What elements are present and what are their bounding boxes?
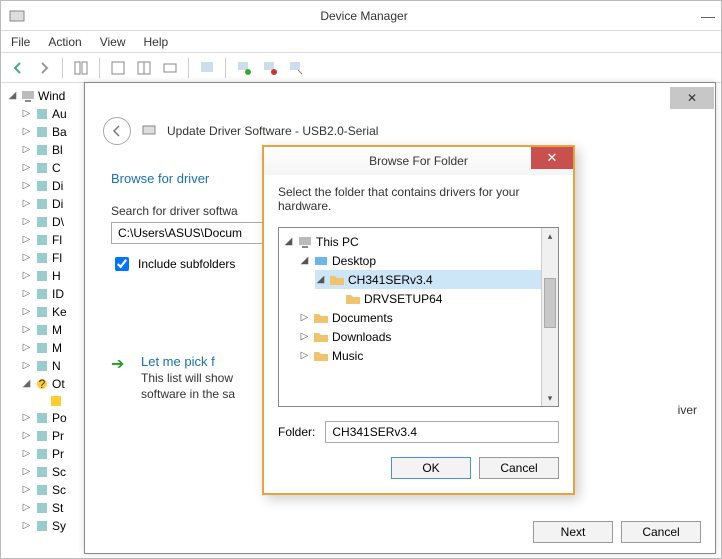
- menu-file[interactable]: File: [11, 35, 30, 49]
- include-subfolders-checkbox[interactable]: [115, 257, 129, 271]
- tree-item[interactable]: ▷Fl: [21, 249, 87, 267]
- tree-item[interactable]: ▷ID: [21, 285, 87, 303]
- ch341-label: CH341SERv3.4: [348, 273, 433, 287]
- dm-titlebar: Device Manager ―: [1, 1, 721, 31]
- dialog-title: Update Driver Software - USB2.0-Serial: [167, 124, 378, 138]
- tree-item[interactable]: ▷Bl: [21, 141, 87, 159]
- tree-documents[interactable]: ▷ Documents: [299, 308, 554, 327]
- window-title: Device Manager: [33, 9, 695, 23]
- tree-ch341[interactable]: ◢ CH341SERv3.4: [315, 270, 554, 289]
- cancel-button[interactable]: Cancel: [479, 457, 559, 479]
- scroll-thumb[interactable]: [544, 278, 556, 328]
- music-label: Music: [332, 349, 363, 363]
- tree-item[interactable]: ▷M: [21, 339, 87, 357]
- minimize-button[interactable]: ―: [695, 8, 721, 24]
- uninstall-button[interactable]: [259, 57, 281, 79]
- tree-item[interactable]: ▷H: [21, 267, 87, 285]
- tree-item[interactable]: ▷Sc: [21, 463, 87, 481]
- toolbar-btn-2[interactable]: [107, 57, 129, 79]
- device-tree[interactable]: ◢ Wind ▷Au▷Ba▷Bl▷C▷Di▷Di▷D\▷Fl▷Fl▷H▷ID▷K…: [7, 87, 87, 552]
- next-button[interactable]: Next: [533, 521, 613, 543]
- scroll-down-icon[interactable]: ▾: [542, 390, 558, 406]
- tree-other-label: Ot: [52, 375, 65, 393]
- arrow-icon: ➔: [111, 354, 131, 401]
- menubar: File Action View Help: [1, 31, 721, 53]
- ok-button[interactable]: OK: [391, 457, 471, 479]
- tree-item[interactable]: ▷D\: [21, 213, 87, 231]
- tree-item[interactable]: ▷Pr: [21, 445, 87, 463]
- toolbar-btn-1[interactable]: [70, 57, 92, 79]
- tree-root[interactable]: ◢ Wind: [7, 87, 87, 105]
- tree-item[interactable]: ▷Sy: [21, 517, 87, 535]
- pick-title: Let me pick f: [141, 354, 235, 369]
- scan-hardware-button[interactable]: [233, 57, 255, 79]
- update-driver-button[interactable]: [285, 57, 307, 79]
- cancel-button[interactable]: Cancel: [621, 521, 701, 543]
- tree-item[interactable]: ▷Ke: [21, 303, 87, 321]
- tree-music[interactable]: ▷ Music: [299, 346, 554, 365]
- include-subfolders-label: Include subfolders: [138, 257, 235, 271]
- tree-downloads[interactable]: ▷ Downloads: [299, 327, 554, 346]
- upd-titlebar: ✕: [85, 83, 715, 113]
- tree-desktop[interactable]: ◢ Desktop: [299, 251, 554, 270]
- tree-item[interactable]: ▷Pr: [21, 427, 87, 445]
- folder-label: Folder:: [278, 425, 315, 439]
- downloads-label: Downloads: [332, 330, 391, 344]
- toolbar-btn-3[interactable]: [133, 57, 155, 79]
- tree-item[interactable]: ▷M: [21, 321, 87, 339]
- browse-for-folder-dialog: Browse For Folder ✕ Select the folder th…: [262, 145, 575, 495]
- toolbar-btn-4[interactable]: [159, 57, 181, 79]
- menu-help[interactable]: Help: [144, 35, 169, 49]
- documents-label: Documents: [332, 311, 393, 325]
- tree-root-label: Wind: [38, 87, 65, 105]
- folder-tree[interactable]: ◢ This PC ◢ Desktop ◢ CH341SERv3.4 DRVSE…: [278, 227, 559, 407]
- toolbar: [1, 53, 721, 83]
- tree-drvsetup[interactable]: DRVSETUP64: [331, 289, 554, 308]
- instruction-text: Select the folder that contains drivers …: [278, 185, 559, 213]
- bff-titlebar: Browse For Folder ✕: [264, 147, 573, 175]
- back-button[interactable]: [7, 57, 29, 79]
- tree-this-pc[interactable]: ◢ This PC: [283, 232, 554, 251]
- menu-action[interactable]: Action: [48, 35, 81, 49]
- tree-item[interactable]: ▷Ba: [21, 123, 87, 141]
- back-button[interactable]: [103, 117, 131, 145]
- tree-item[interactable]: ▷Sc: [21, 481, 87, 499]
- folder-input[interactable]: [325, 421, 559, 443]
- drvsetup-label: DRVSETUP64: [364, 292, 442, 306]
- bff-title: Browse For Folder: [264, 154, 573, 168]
- tree-item[interactable]: ▷St: [21, 499, 87, 517]
- toolbar-btn-5[interactable]: [196, 57, 218, 79]
- app-icon: [9, 8, 25, 24]
- tree-item[interactable]: ▷Fl: [21, 231, 87, 249]
- tree-item[interactable]: ▷Di: [21, 195, 87, 213]
- tree-item[interactable]: ▷Di: [21, 177, 87, 195]
- tree-other-devices[interactable]: ◢? Ot: [21, 375, 87, 393]
- scroll-up-icon[interactable]: ▴: [542, 228, 558, 244]
- svg-text:?: ?: [39, 377, 46, 391]
- close-button[interactable]: ✕: [531, 147, 573, 169]
- tree-item[interactable]: ▷Au: [21, 105, 87, 123]
- menu-view[interactable]: View: [100, 35, 126, 49]
- tree-unknown-device[interactable]: [35, 393, 87, 409]
- scrollbar[interactable]: ▴ ▾: [541, 228, 558, 406]
- pick-desc-suffix: iver: [678, 403, 697, 417]
- desktop-label: Desktop: [332, 254, 376, 268]
- forward-button[interactable]: [33, 57, 55, 79]
- this-pc-label: This PC: [316, 235, 359, 249]
- close-button[interactable]: ✕: [670, 87, 714, 109]
- tree-item[interactable]: ▷C: [21, 159, 87, 177]
- tree-item[interactable]: ▷N: [21, 357, 87, 375]
- driver-icon: [141, 123, 157, 139]
- tree-item[interactable]: ▷Po: [21, 409, 87, 427]
